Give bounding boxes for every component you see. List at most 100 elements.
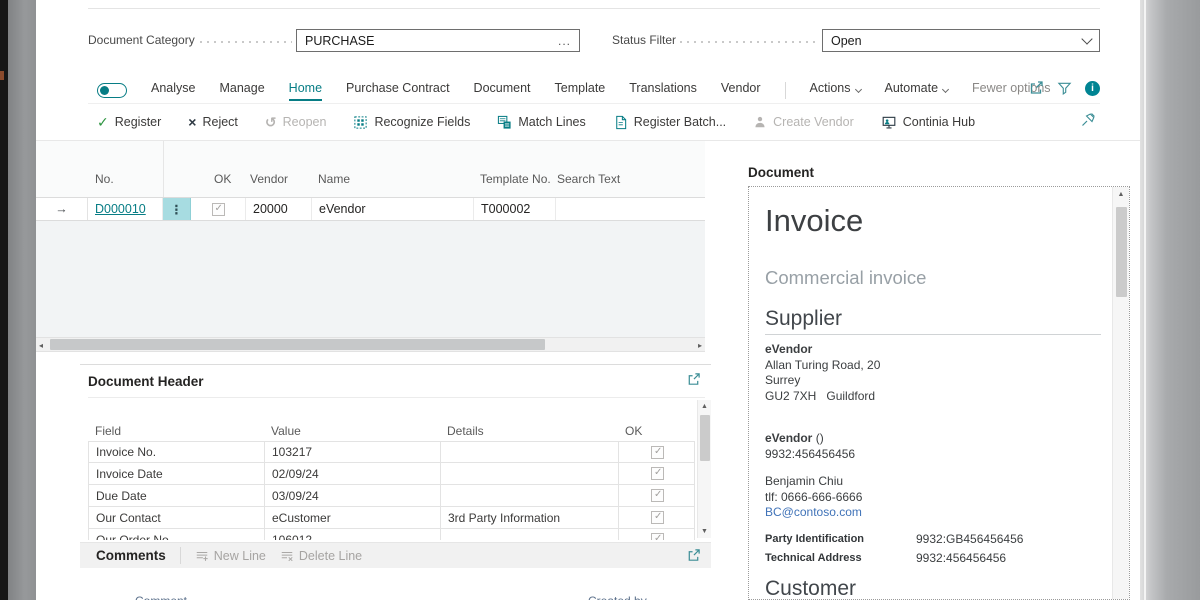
scroll-left-icon[interactable]: ◂ <box>39 338 43 353</box>
column-header-no[interactable]: No. <box>95 172 114 186</box>
window-left-edge <box>0 0 8 600</box>
column-header-vendor[interactable]: Vendor <box>250 172 288 186</box>
continia-hub-button[interactable]: Continia Hub <box>881 115 975 130</box>
register-batch-icon <box>613 115 628 130</box>
match-lines-button[interactable]: Match Lines <box>497 115 585 130</box>
table-row[interactable]: Invoice Date 02/09/24 <box>88 463 695 485</box>
supplier-address-line: GU2 7XH Guildford <box>765 389 875 405</box>
scroll-up-icon[interactable]: ▲ <box>698 403 711 410</box>
scrollbar-thumb[interactable] <box>1116 207 1127 297</box>
vertical-scrollbar[interactable]: ▲ ▼ <box>697 400 711 538</box>
cell-menu-button[interactable]: ⋮ <box>163 198 191 220</box>
contact-name: Benjamin Chiu <box>765 474 843 490</box>
column-header-template-no[interactable]: Template No. <box>480 172 551 186</box>
comments-title: Comments <box>96 548 166 563</box>
scrollbar-thumb[interactable] <box>50 339 545 350</box>
name-cell[interactable]: eVendor <box>312 198 474 220</box>
details-cell[interactable] <box>441 529 619 540</box>
party-identification-value: 9932:GB456456456 <box>916 532 1023 548</box>
column-header-details[interactable]: Details <box>440 421 618 441</box>
scroll-right-icon[interactable]: ▸ <box>698 338 702 353</box>
field-cell[interactable]: Our Contact <box>89 507 265 528</box>
unpin-icon[interactable] <box>1080 112 1096 128</box>
table-row[interactable]: → D000010 ⋮ 20000 eVendor T000002 <box>36 197 705 221</box>
field-cell[interactable]: Our Order No. <box>89 529 265 540</box>
tab-template[interactable]: Template <box>555 81 606 99</box>
table-row[interactable]: Our Order No. 106012 <box>88 529 695 540</box>
ok-checkbox <box>651 467 664 480</box>
column-header-value[interactable]: Value <box>264 421 440 441</box>
preview-vertical-scrollbar[interactable]: ▲ <box>1112 187 1129 599</box>
entity-id: 9932:456456456 <box>765 447 855 463</box>
column-header-field[interactable]: Field <box>88 421 264 441</box>
tab-home[interactable]: Home <box>289 81 322 99</box>
vendor-cell[interactable]: 20000 <box>246 198 312 220</box>
tab-vendor[interactable]: Vendor <box>721 81 761 99</box>
register-batch-button[interactable]: Register Batch... <box>613 115 726 130</box>
menu-automate[interactable]: Automate <box>885 81 949 99</box>
field-cell[interactable]: Invoice No. <box>89 442 265 462</box>
field-cell[interactable]: Invoice Date <box>89 463 265 484</box>
recognize-fields-button[interactable]: Recognize Fields <box>353 115 470 130</box>
table-row[interactable]: Our Contact eCustomer 3rd Party Informat… <box>88 507 695 529</box>
status-filter-select[interactable]: Open <box>822 29 1100 52</box>
reopen-icon: ↺ <box>265 114 277 131</box>
register-button[interactable]: ✓Register <box>97 114 161 131</box>
document-category-label: Document Category <box>88 33 195 47</box>
ribbon-divider <box>88 103 1100 104</box>
scrollbar-thumb[interactable] <box>700 415 710 461</box>
assist-edit-button[interactable]: ... <box>558 34 571 48</box>
share-icon[interactable] <box>686 548 701 563</box>
value-cell[interactable]: 02/09/24 <box>265 463 441 484</box>
details-cell[interactable] <box>441 485 619 506</box>
table-row[interactable]: Due Date 03/09/24 <box>88 485 695 507</box>
tab-translations[interactable]: Translations <box>629 81 697 99</box>
info-icon[interactable]: i <box>1085 81 1100 96</box>
tab-analyse[interactable]: Analyse <box>151 81 195 99</box>
document-preview[interactable]: Invoice Commercial invoice Supplier eVen… <box>748 186 1130 600</box>
document-category-value[interactable]: PURCHASE <box>305 34 558 48</box>
comments-bar: Comments New Line Delete Line <box>80 542 711 568</box>
menu-actions[interactable]: Actions <box>810 81 861 99</box>
tab-purchase-contract[interactable]: Purchase Contract <box>346 81 450 99</box>
table-row[interactable]: Invoice No. 103217 <box>88 441 695 463</box>
tab-manage[interactable]: Manage <box>219 81 264 99</box>
row-selector-arrow-icon: → <box>36 198 88 220</box>
filter-icon[interactable] <box>1057 81 1072 96</box>
contact-email-link[interactable]: BC@contoso.com <box>765 505 862 521</box>
invoice-subtitle: Commercial invoice <box>765 267 926 289</box>
analyse-toggle[interactable] <box>97 83 127 98</box>
technical-address-value: 9932:456456456 <box>916 551 1006 567</box>
details-cell[interactable]: 3rd Party Information <box>441 507 619 528</box>
column-header-name[interactable]: Name <box>318 172 350 186</box>
status-filter-value[interactable]: Open <box>831 34 1083 48</box>
reject-button[interactable]: ×Reject <box>188 114 238 130</box>
column-header-ok[interactable]: OK <box>214 172 231 186</box>
details-cell[interactable] <box>441 442 619 462</box>
document-category-field[interactable]: PURCHASE ... <box>296 29 580 52</box>
pane-title-divider <box>88 397 705 398</box>
value-cell[interactable]: 03/09/24 <box>265 485 441 506</box>
share-icon[interactable] <box>1028 80 1044 96</box>
value-cell[interactable]: 106012 <box>265 529 441 540</box>
scroll-down-icon[interactable]: ▼ <box>698 528 711 535</box>
value-cell[interactable]: eCustomer <box>265 507 441 528</box>
search-text-cell[interactable] <box>556 198 705 220</box>
scroll-up-icon[interactable]: ▲ <box>1113 191 1129 198</box>
horizontal-scrollbar[interactable]: ◂ ▸ <box>36 337 705 352</box>
value-cell[interactable]: 103217 <box>265 442 441 462</box>
share-icon[interactable] <box>686 372 701 387</box>
template-no-cell[interactable]: T000002 <box>474 198 556 220</box>
field-cell[interactable]: Due Date <box>89 485 265 506</box>
window-right-highlight <box>1144 0 1146 600</box>
entity-name-line: eVendor () <box>765 431 824 447</box>
chevron-down-icon <box>1081 33 1092 44</box>
check-icon: ✓ <box>97 114 109 131</box>
details-cell[interactable] <box>441 463 619 484</box>
column-header-ok[interactable]: OK <box>618 421 695 441</box>
tab-document[interactable]: Document <box>474 81 531 99</box>
column-header-search-text[interactable]: Search Text <box>557 172 620 186</box>
document-no-link[interactable]: D000010 <box>95 202 146 216</box>
window-left-strip <box>8 0 36 600</box>
supplier-name: eVendor <box>765 342 812 358</box>
